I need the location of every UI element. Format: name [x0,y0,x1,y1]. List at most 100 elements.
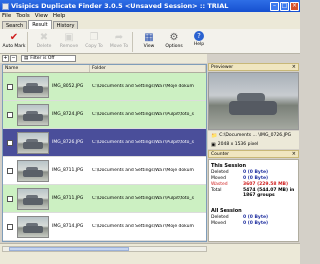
car-body-shape [23,225,43,233]
thumbnail-image[interactable] [17,215,49,238]
folder-icon: 📁 [211,132,218,139]
thumbnail-image[interactable] [17,103,49,126]
wasted-label: Wasted [211,182,228,187]
close-icon[interactable]: × [292,64,296,70]
options-button[interactable]: ⚙ Options [163,31,185,50]
thumbnail-image[interactable] [17,131,49,154]
file-folder: C:\Documents and Settings\Wa7\Pulpit\fot… [92,196,195,201]
car-body-shape [23,113,43,121]
view-label: View [143,44,155,49]
tab-strip: Search Result History [0,20,300,29]
view-grid-icon: ▦ [144,31,154,43]
this-wasted-value: 3607 (229.58 MB) [243,182,289,187]
collapse-all-button[interactable]: − [10,55,17,62]
expand-all-button[interactable]: + [2,55,9,62]
list-item[interactable]: IMG_8724.JPG C:\Documents and Settings\Wa… [3,101,206,129]
tab-search[interactable]: Search [2,21,28,29]
all-session-heading: All Session [211,208,242,214]
this-moved-row: Moved 0 (0 Byte) [209,176,298,181]
file-name: IMG_8711.JPG [52,168,84,173]
column-header-name[interactable]: Name [3,65,90,72]
app-icon [2,2,9,10]
remove-button[interactable]: ▣ Remove [58,31,80,50]
file-name: IMG_8711.JPG [52,196,84,201]
this-wasted-row: Wasted 3607 (229.58 MB) [209,182,298,187]
list-item[interactable]: IMG_8711.JPG C:\Documents and Settings\Wa… [3,157,206,185]
close-icon[interactable]: × [292,151,296,157]
file-name: IMG_8052.JPG [52,84,84,89]
counter-panel: This Session Deleted 0 (0 Byte) Moved 0 … [208,159,299,242]
help-button[interactable]: ? Help [188,31,210,47]
car-body-shape [23,85,43,93]
all-deleted-value: 0 (0 Byte) [243,215,269,220]
toolbar-separator [27,32,28,52]
row-checkbox[interactable] [7,223,13,230]
list-header: Name Folder [3,65,206,73]
options-label: Options [165,44,183,49]
toolbar-separator [132,32,133,52]
counter-title: Counter [211,151,229,157]
row-checkbox[interactable] [7,195,13,202]
list-item[interactable]: IMG_8714.JPG C:\Documents and Settings\Wa… [3,213,206,241]
this-total-value: 5474 (544.07 MB) in 1867 groups [243,188,295,198]
close-button[interactable]: × [290,1,299,11]
delete-icon: ✖ [39,31,49,43]
filter-bar: + − ▤ Filter is Off [0,54,207,63]
tab-history[interactable]: History [52,21,79,29]
menu-view[interactable]: View [35,13,48,19]
moved-label: Moved [211,221,226,226]
scrollbar-thumb[interactable] [9,247,129,251]
view-button[interactable]: ▦ View [138,31,160,50]
all-moved-value: 0 (0 Byte) [243,221,269,226]
file-folder: C:\Documents and Settings\Wa7\Moje dokum [92,84,194,89]
row-checkbox[interactable] [7,111,13,118]
image-icon: ▣ [211,141,216,148]
gear-icon: ⚙ [169,31,179,43]
this-moved-value: 0 (0 Byte) [243,176,269,181]
list-item[interactable]: IMG_8726.JPG C:\Documents and Settings\Wa… [3,129,206,157]
filter-toggle[interactable]: ▤ Filter is Off [21,55,76,62]
this-total-row: Total 5474 (544.07 MB) in 1867 groups [209,188,298,198]
remove-icon: ▣ [64,31,74,43]
remove-label: Remove [59,44,79,49]
menu-bar: File Tools View Help [0,12,300,20]
menu-help[interactable]: Help [53,13,66,19]
list-item[interactable]: IMG_8711.JPG C:\Documents and Settings\Wa… [3,185,206,213]
menu-file[interactable]: File [2,13,11,19]
file-name: IMG_8726.JPG [52,140,84,145]
copy-to-button[interactable]: ❐ Copy To [83,31,105,50]
delete-button[interactable]: ✖ Delete [33,31,55,50]
row-checkbox[interactable] [7,167,13,174]
help-icon: ? [194,31,204,41]
copy-to-label: Copy To [85,44,103,49]
row-checkbox[interactable] [7,83,13,90]
results-list: Name Folder IMG_8052.JPG C:\Documents and… [2,64,207,242]
row-checkbox[interactable] [7,139,13,146]
move-to-button[interactable]: ➦ Move To [108,31,130,50]
car-body-shape [23,141,43,149]
horizontal-scrollbar[interactable] [2,246,207,252]
minimize-button[interactable]: – [270,1,279,11]
checkmark-icon: ✔ [9,31,19,43]
maximize-button[interactable]: □ [280,1,289,11]
moved-label: Moved [211,176,226,181]
thumbnail-image[interactable] [17,159,49,182]
tab-result[interactable]: Result [28,20,52,29]
column-header-folder[interactable]: Folder [90,65,206,72]
list-item[interactable]: IMG_8052.JPG C:\Documents and Settings\Wa… [3,73,206,101]
thumbnail-image[interactable] [17,75,49,98]
preview-dimensions: 2048 x 1536 pixel [217,142,259,147]
move-icon: ➦ [114,31,124,43]
counter-header: Counter × [208,150,299,158]
preview-path-row: 📁 C:\Documents ... \IMG_0726.JPG [208,131,299,140]
toolbar: ✔ Auto Mark ✖ Delete ▣ Remove ❐ Copy To … [0,29,300,54]
auto-mark-button[interactable]: ✔ Auto Mark [2,31,26,50]
menu-tools[interactable]: Tools [16,13,30,19]
file-name: IMG_8724.JPG [52,112,84,117]
car-body-shape [23,169,43,177]
auto-mark-label: Auto Mark [2,44,26,49]
filter-label: Filter is Off [30,56,55,61]
thumbnail-image[interactable] [17,187,49,210]
preview-dims-row: ▣ 2048 x 1536 pixel [208,140,299,149]
car-body-shape [23,197,43,205]
